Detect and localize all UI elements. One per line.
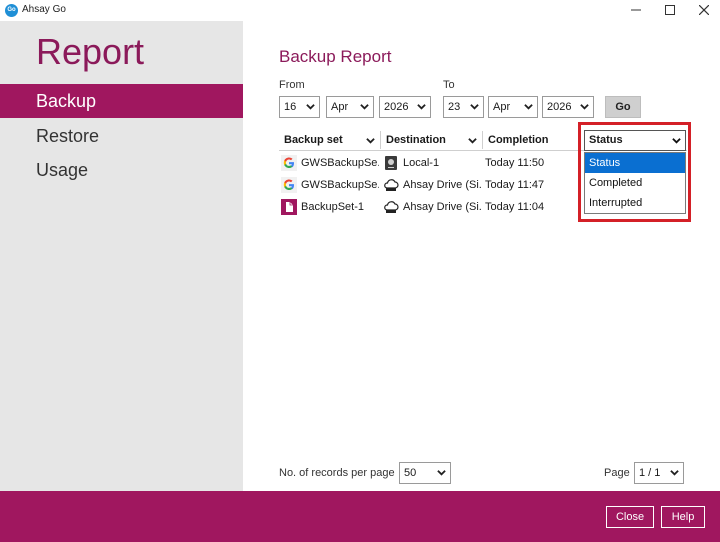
to-day-select[interactable]: 23 (443, 96, 484, 118)
window-title: Ahsay Go (22, 4, 66, 15)
records-per-page-select[interactable]: 50 (399, 462, 451, 484)
cloud-drive-icon (384, 179, 399, 191)
column-header-completion[interactable]: Completion (483, 129, 579, 151)
sidebar-item-usage[interactable]: Usage (0, 153, 243, 187)
maximize-button[interactable] (656, 1, 684, 19)
minimize-icon (631, 9, 641, 11)
page-select[interactable]: 1 / 1 (634, 462, 684, 484)
sidebar-item-restore[interactable]: Restore (0, 119, 243, 153)
from-label: From (279, 79, 305, 91)
destination-name: Ahsay Drive (Si... (403, 179, 481, 191)
page-title: Backup Report (279, 47, 392, 66)
table-row[interactable]: BackupSet-1 Ahsay Drive (Si... Today 11:… (279, 196, 579, 218)
chevron-down-icon (468, 138, 477, 144)
from-month-select[interactable]: Apr (326, 96, 374, 118)
minimize-button[interactable] (622, 1, 650, 19)
bottom-bar: Close Help (0, 491, 720, 542)
main-panel: Backup Report From To 16 Apr 2026 23 Apr… (243, 21, 720, 491)
records-per-page-value: 50 (404, 467, 417, 479)
chevron-down-icon (524, 104, 533, 110)
backup-set-name: GWSBackupSe... (301, 179, 379, 191)
chevron-down-icon (417, 104, 426, 110)
local-drive-icon (385, 156, 397, 170)
to-day-value: 23 (448, 101, 461, 113)
close-button[interactable]: Close (606, 506, 654, 528)
backup-set-name: BackupSet-1 (301, 201, 364, 213)
title-bar: Go Ahsay Go (0, 0, 720, 21)
app-logo-icon: Go (5, 4, 18, 17)
chevron-down-icon (306, 104, 315, 110)
from-day-value: 16 (284, 101, 297, 113)
from-day-select[interactable]: 16 (279, 96, 320, 118)
column-header-label: Completion (488, 134, 549, 146)
help-button[interactable]: Help (661, 506, 705, 528)
backup-set-name: GWSBackupSe... (301, 157, 379, 169)
annotation-highlight-box (578, 122, 691, 222)
to-year-select[interactable]: 2026 (542, 96, 594, 118)
page-value: 1 / 1 (639, 467, 661, 479)
completion-time: Today 11:50 (485, 157, 545, 169)
page-label: Page (604, 467, 630, 479)
records-per-page-label: No. of records per page (279, 467, 395, 479)
sidebar-item-backup[interactable]: Backup (0, 84, 243, 118)
chevron-down-icon (360, 104, 369, 110)
chevron-down-icon (470, 104, 479, 110)
to-label: To (443, 79, 455, 91)
completion-time: Today 11:47 (485, 179, 545, 191)
table-row[interactable]: GWSBackupSe... Ahsay Drive (Si... Today … (279, 174, 579, 196)
chevron-down-icon (670, 470, 679, 476)
from-month-value: Apr (331, 101, 349, 113)
to-month-select[interactable]: Apr (488, 96, 538, 118)
to-year-value: 2026 (547, 101, 572, 113)
completion-time: Today 11:04 (485, 201, 545, 213)
sidebar: Report Backup Restore Usage (0, 21, 243, 491)
from-year-value: 2026 (384, 101, 409, 113)
destination-name: Local-1 (403, 157, 440, 169)
sidebar-title: Report (36, 31, 145, 72)
chevron-down-icon (366, 138, 375, 144)
chevron-down-icon (580, 104, 589, 110)
file-icon (281, 199, 297, 215)
maximize-icon (665, 5, 675, 15)
column-header-label: Backup set (284, 134, 343, 146)
chevron-down-icon (437, 470, 446, 476)
from-year-select[interactable]: 2026 (379, 96, 431, 118)
go-button[interactable]: Go (605, 96, 641, 118)
google-icon (281, 177, 297, 193)
to-month-value: Apr (493, 101, 511, 113)
column-header-label: Destination (386, 134, 446, 146)
table-row[interactable]: GWSBackupSe... Local-1 Today 11:50 (279, 152, 579, 174)
destination-name: Ahsay Drive (Si... (403, 201, 481, 213)
column-header-backup-set[interactable]: Backup set (279, 129, 379, 151)
close-icon (699, 5, 709, 15)
cloud-drive-icon (384, 201, 399, 213)
google-icon (281, 155, 297, 171)
column-header-destination[interactable]: Destination (381, 129, 481, 151)
close-window-button[interactable] (690, 1, 718, 19)
